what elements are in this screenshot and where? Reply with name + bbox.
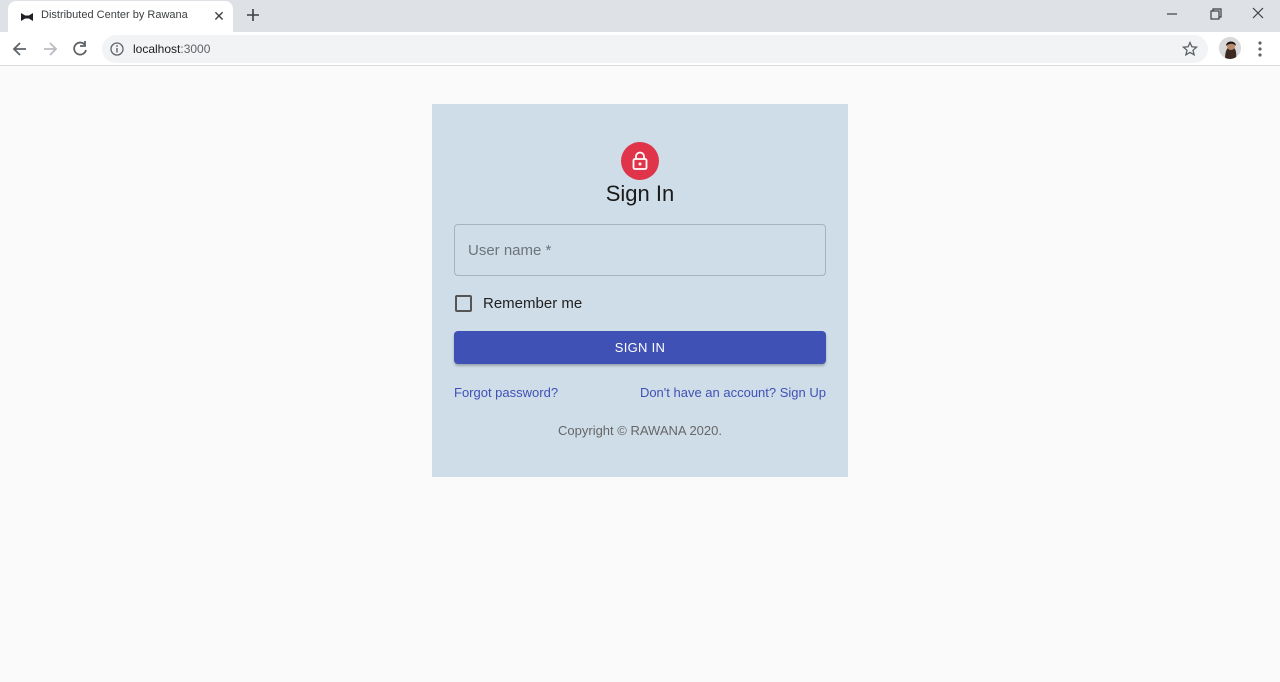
remember-me-checkbox[interactable]: [455, 295, 472, 312]
forgot-password-link[interactable]: Forgot password?: [454, 385, 558, 400]
close-window-icon[interactable]: [1246, 4, 1270, 24]
lock-avatar: [621, 142, 659, 180]
page-title: Sign In: [605, 181, 675, 206]
url-text: localhost:3000: [133, 42, 210, 56]
back-arrow-icon[interactable]: [10, 39, 30, 59]
bookmark-star-icon[interactable]: [1182, 41, 1198, 57]
info-icon[interactable]: [110, 42, 124, 56]
profile-picture-icon: [1219, 37, 1241, 59]
sign-up-link[interactable]: Don't have an account? Sign Up: [640, 385, 826, 400]
browser-tab[interactable]: Distributed Center by Rawana ✕: [8, 1, 233, 32]
url-host: localhost: [133, 42, 181, 56]
address-bar[interactable]: localhost:3000: [102, 35, 1208, 63]
username-label: User name *: [468, 242, 552, 259]
url-port: :3000: [180, 42, 211, 56]
reload-icon[interactable]: [70, 39, 90, 59]
browser-toolbar: localhost:3000: [0, 32, 1280, 66]
restore-icon[interactable]: [1203, 4, 1227, 24]
signin-card: Sign In User name * Remember me SIGN IN …: [432, 104, 848, 477]
profile-avatar[interactable]: [1219, 37, 1241, 59]
lock-icon: [632, 151, 648, 170]
minimize-icon[interactable]: [1160, 4, 1184, 24]
browser-tabstrip: Distributed Center by Rawana ✕: [0, 0, 1280, 32]
remember-me-label[interactable]: Remember me: [483, 295, 582, 312]
bowtie-favicon-icon: [21, 13, 33, 21]
copyright-text: Copyright © RAWANA 2020.: [558, 423, 722, 438]
new-tab-icon[interactable]: [244, 6, 262, 24]
more-vert-icon[interactable]: [1252, 39, 1268, 59]
tab-close-icon[interactable]: ✕: [211, 8, 227, 24]
username-field[interactable]: User name *: [454, 224, 826, 276]
sign-in-button[interactable]: SIGN IN: [454, 331, 826, 364]
forward-arrow-icon[interactable]: [40, 39, 60, 59]
tab-title: Distributed Center by Rawana: [41, 9, 188, 21]
